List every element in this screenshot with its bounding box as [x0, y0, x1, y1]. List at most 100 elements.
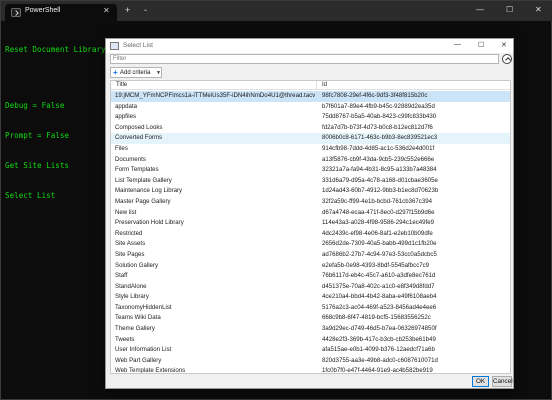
row-title: 19:jMCM_YFmNCPFlmcs1a-iTTMeiUs35F-iDN4ih… — [115, 92, 315, 99]
collapse-criteria-button[interactable] — [502, 54, 512, 64]
table-row[interactable]: Master Page Gallery 32f2a59c-ff99-4e1b-bc… — [111, 197, 510, 208]
table-row[interactable]: Form Templates 32321a7a-fa94-4b31-8c95-a1… — [111, 165, 510, 176]
row-id: 1d24ad43-60b7-4912-9bb3-b1ec8d70623b — [322, 187, 439, 195]
ok-button[interactable]: OK — [472, 376, 489, 387]
row-id: afa515ae-e0b1-4099-b376-12aedcf71a6b — [322, 346, 435, 354]
dialog-minimize-button[interactable]: — — [454, 41, 461, 48]
row-title: Restricted — [115, 229, 143, 237]
table-row[interactable]: Staff 76b6117d-eb4c-45c7-a610-a3dfe8ec761… — [111, 271, 510, 282]
chevron-down-icon[interactable]: ⌄ — [143, 6, 148, 13]
table-row[interactable]: Web Template Extensions 1fc0b7f0-e47f-446… — [111, 366, 510, 373]
table-row[interactable]: 19:jMCM_YFmNCPFlmcs1a-iTTMeiUs35F-iDN4ih… — [111, 91, 510, 102]
table-row[interactable]: Documents a13f5876-cb9f-43da-9cb5-239c552… — [111, 155, 510, 166]
table-row[interactable]: List Template Gallery 331d6a79-d95a-4c78-… — [111, 176, 510, 187]
table-row[interactable]: User Information List afa515ae-e0b1-4099-… — [111, 345, 510, 356]
row-id: d451375e-70a8-402c-a1c0-e8f349d8fdd7 — [322, 282, 435, 290]
list-grid: Title Id 19:jMCM_YFmNCPFlmcs1a-iTTMeiUs3… — [110, 80, 511, 374]
close-button[interactable]: ✕ — [535, 5, 542, 14]
row-title: Documents — [115, 155, 146, 163]
row-id: 32f2a59c-ff99-4e1b-bcbd-761cb367c394 — [322, 197, 432, 205]
chevron-down-icon: ▼ — [156, 70, 161, 76]
column-header-id[interactable]: Id — [322, 82, 327, 88]
table-row[interactable]: Restricted 4dc2439c-ef98-4e06-8af1-e2eb10… — [111, 229, 510, 240]
row-title: New list — [115, 208, 137, 216]
table-row[interactable]: TaxonomyHiddenList 5176a2c3-ac04-469f-a52… — [111, 303, 510, 314]
add-criteria-label: Add criteria — [120, 70, 151, 76]
tab-close-icon[interactable]: ✕ — [103, 6, 110, 15]
row-title: Composed Looks — [115, 123, 163, 131]
row-title: Staff — [115, 272, 128, 280]
new-tab-button[interactable]: + — [125, 5, 130, 15]
row-title: appfiles — [115, 113, 137, 121]
table-row[interactable]: Teams Wiki Data 668c9b8-6f47-4819-bcf5-15… — [111, 313, 510, 324]
table-row[interactable]: Web Part Gallery 820d3755-aa3e-49b8-adc0-… — [111, 356, 510, 367]
row-id: 4ce210a4-bbd4-4b42-8aba-e49f6108aeb4 — [322, 293, 437, 301]
row-id: 5176a2c3-ac04-469f-a523-8456ad4e4ee6 — [322, 303, 437, 311]
table-row[interactable]: Site Assets 2656d2de-7309-40a5-babb-499d1… — [111, 239, 510, 250]
row-id: 76b6117d-eb4c-45c7-a610-a3dfe8ec761d — [322, 272, 436, 280]
row-id: ad7686b2-27b7-4c94-97e3-53cc0a5dcbc5 — [322, 250, 437, 258]
row-id: fd2a7d7b-b73f-4d73-b0c8-b12ec812d7f6 — [322, 123, 433, 131]
row-id: 4428e2f3-369b-417c-b3cb-cb253be61b49 — [322, 335, 436, 343]
row-id: 331d6a79-d95a-4c78-a168-d01cbae3605e — [322, 176, 438, 184]
row-title: Master Page Gallery — [115, 197, 171, 205]
table-row[interactable]: appfiles 75dd8767-b5a5-40ab-8423-c99fc833… — [111, 112, 510, 123]
tab-powershell[interactable]: PowerShell ✕ — [5, 4, 117, 21]
grid-rows: 19:jMCM_YFmNCPFlmcs1a-iTTMeiUs35F-iDN4ih… — [111, 91, 510, 373]
row-title: Maintenance Log Library — [115, 187, 183, 195]
table-row[interactable]: Theme Gallery 3a9d29ec-d749-46d5-b7ea-063… — [111, 324, 510, 335]
window-icon — [110, 42, 119, 50]
grid-header: Title Id — [111, 81, 510, 90]
maximize-button[interactable]: ☐ — [506, 5, 513, 14]
row-id: 114e43a3-a028-4f98-9586-294c1ec49fe9 — [322, 219, 435, 227]
select-list-dialog: Select List — ☐ ✕ Filter + Add criteria … — [105, 38, 514, 389]
dialog-maximize-button[interactable]: ☐ — [478, 41, 484, 49]
plus-icon: + — [113, 68, 118, 77]
cancel-button[interactable]: Cancel — [492, 376, 513, 387]
row-title: Style Library — [115, 293, 149, 301]
table-row[interactable]: Converted Forms 8006b0c8-6171-463c-b9b3-8… — [111, 133, 510, 144]
powershell-icon — [11, 8, 21, 17]
row-id: 820d3755-aa3e-49b8-adc0-c6087610071d — [322, 356, 438, 364]
row-title: Converted Forms — [115, 134, 163, 142]
row-title: User Information List — [115, 346, 172, 354]
row-id: 2656d2de-7309-40a5-babb-499d1c1fb20e — [322, 240, 437, 248]
row-title: Tweets — [115, 335, 135, 343]
table-row[interactable]: Files 914cfb98-7ddd-4d85-ac1c-536d2e4d001… — [111, 144, 510, 155]
row-title: Form Templates — [115, 166, 159, 174]
filter-input[interactable]: Filter — [110, 54, 499, 64]
dialog-close-button[interactable]: ✕ — [501, 41, 507, 49]
row-id: d67a4748-ecaa-471f-8ec0-d297f15b9d6e — [322, 208, 435, 216]
row-title: Files — [115, 144, 128, 152]
row-id: 4dc2439c-ef98-4e06-8af1-e2eb10b09dfe — [322, 229, 433, 237]
table-row[interactable]: Preservation Hold Library 114e43a3-a028-4… — [111, 218, 510, 229]
dialog-title: Select List — [123, 42, 153, 49]
row-title: Theme Gallery — [115, 325, 155, 333]
table-row[interactable]: appdata b7f601a7-89e4-4fb9-b45c-92889d2ea… — [111, 102, 510, 113]
table-row[interactable]: Maintenance Log Library 1d24ad43-60b7-491… — [111, 186, 510, 197]
row-id: 98fc7808-29ef-4f6c-9df3-3f48f815b20c — [322, 92, 428, 99]
row-id: 668c9b8-6f47-4819-bcf5-15683556252c — [322, 314, 431, 322]
row-title: Solution Gallery — [115, 261, 159, 269]
table-row[interactable]: New list d67a4748-ecaa-471f-8ec0-d297f15b… — [111, 208, 510, 219]
row-id: e2efa5b-0e98-4393-8bdf-5545afbcc7c9 — [322, 261, 430, 269]
row-title: Web Part Gallery — [115, 356, 162, 364]
add-criteria-button[interactable]: + Add criteria ▼ — [110, 67, 162, 78]
row-id: b7f601a7-89e4-4fb9-b45c-92889d2ea35d — [322, 102, 435, 110]
row-title: List Template Gallery — [115, 176, 172, 184]
column-header-title[interactable]: Title — [116, 82, 127, 88]
table-row[interactable]: Solution Gallery e2efa5b-0e98-4393-8bdf-5… — [111, 261, 510, 272]
tab-title: PowerShell — [25, 7, 61, 14]
table-row[interactable]: StandAlone d451375e-70a8-402c-a1c0-e8f349… — [111, 282, 510, 293]
filter-placeholder: Filter — [113, 56, 127, 62]
dialog-titlebar: Select List — ☐ ✕ — [106, 39, 513, 53]
table-row[interactable]: Tweets 4428e2f3-369b-417c-b3cb-cb253be61b… — [111, 335, 510, 346]
table-row[interactable]: Style Library 4ce210a4-bbd4-4b42-8aba-e49… — [111, 292, 510, 303]
minimize-button[interactable]: — — [476, 5, 484, 14]
row-title: Site Pages — [115, 250, 145, 258]
table-row[interactable]: Site Pages ad7686b2-27b7-4c94-97e3-53cc0a… — [111, 250, 510, 261]
row-title: TaxonomyHiddenList — [115, 303, 172, 311]
table-row[interactable]: Composed Looks fd2a7d7b-b73f-4d73-b0c8-b1… — [111, 123, 510, 134]
row-id: 75dd8767-b5a5-40ab-8423-c99fc833b430 — [322, 113, 437, 121]
row-id: 3a9d29ec-d749-46d5-b7ea-06326974850f — [322, 325, 437, 333]
